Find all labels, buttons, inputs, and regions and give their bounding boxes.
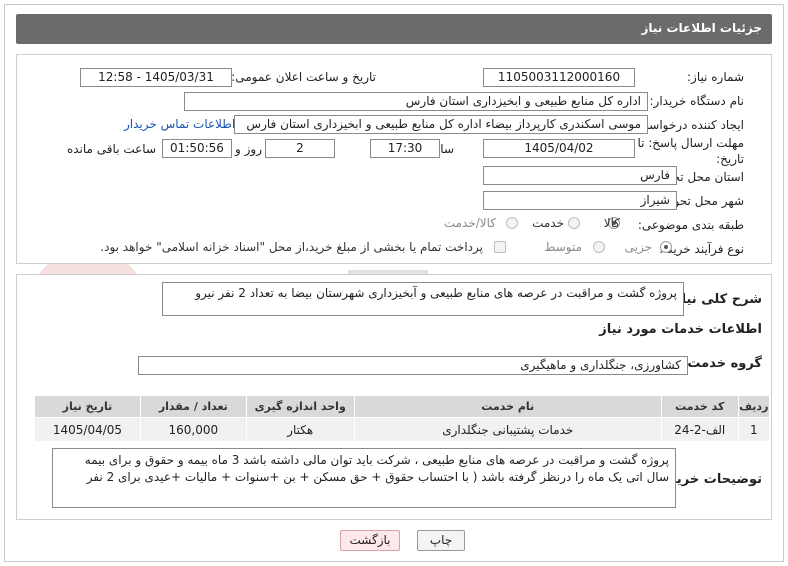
col-index: ردیف (737, 395, 771, 418)
days-label: روز و (235, 142, 262, 156)
buyer-contact-link[interactable]: اطلاعات تماس خریدار (124, 117, 235, 131)
announce-date-field: 1405/03/31 - 12:58 (80, 68, 232, 87)
buyer-org-label: نام دستگاه خریدار: (649, 94, 745, 108)
row-qty: 160,000 (139, 417, 247, 442)
services-table-header: ردیف کد خدمت نام خدمت واحد اندازه گیری ت… (34, 395, 771, 418)
process-option-minor: جزیی (624, 240, 652, 254)
services-section-title: اطلاعات خدمات مورد نیاز (599, 322, 762, 337)
col-name: نام خدمت (353, 395, 662, 418)
row-index: 1 (737, 417, 771, 442)
process-type-label: نوع فرآیند خرید : (659, 242, 744, 256)
treasury-payment-checkbox[interactable] (494, 241, 506, 253)
category-option-service: خدمت (532, 216, 564, 230)
row-name: خدمات پشتیبانی جنگلداری (353, 417, 662, 442)
col-unit: واحد اندازه گیری (245, 395, 355, 418)
days-field: 2 (265, 139, 335, 158)
service-group-label: گروه خدمت: (682, 356, 762, 371)
buyer-notes-text: پروژه گشت و مراقبت در عرصه های منابع طبی… (52, 448, 676, 508)
page-title: جزئیات اطلاعات نیاز (641, 21, 762, 35)
deadline-time-field: 17:30 (370, 139, 440, 158)
category-label: طبقه بندی موضوعی: (637, 218, 744, 232)
summary-text: پروژه گشت و مراقبت در عرصه های منابع طبی… (162, 282, 684, 316)
process-option-medium: متوسط (544, 240, 582, 254)
category-radio-goods-service[interactable] (506, 217, 518, 229)
remaining-time-label: ساعت باقی مانده (66, 142, 156, 156)
page-header: جزئیات اطلاعات نیاز (16, 14, 772, 44)
city-field: شیراز (483, 191, 677, 210)
process-radio-minor[interactable] (660, 241, 672, 253)
row-unit: هکتار (245, 417, 355, 442)
deadline-label-date: تاریخ: (716, 152, 744, 166)
need-number-field: 1105003112000160 (483, 68, 635, 87)
col-date: تاریخ نیاز (34, 395, 141, 418)
treasury-payment-note: پرداخت تمام یا بخشی از مبلغ خرید،از محل … (100, 240, 483, 254)
row-date: 1405/04/05 (34, 417, 141, 442)
buyer-org-field: اداره کل منابع طبیعی و ابخیزداری استان ف… (184, 92, 648, 111)
category-radio-service[interactable] (568, 217, 580, 229)
category-option-goods: کالا (603, 216, 620, 230)
category-option-goods-service: کالا/خدمت (443, 216, 496, 230)
services-table: ردیف کد خدمت نام خدمت واحد اندازه گیری ت… (34, 395, 771, 442)
requester-label: ایجاد کننده درخواست: (633, 118, 744, 132)
province-field: فارس (483, 166, 677, 185)
row-code: الف-2-24 (660, 417, 739, 442)
need-number-label: شماره نیاز: (687, 70, 744, 84)
deadline-label: مهلت ارسال پاسخ: تا (637, 136, 744, 150)
table-row: 1 الف-2-24 خدمات پشتیبانی جنگلداری هکتار… (34, 417, 771, 442)
announce-date-label: تاریخ و ساعت اعلان عمومی: (231, 70, 376, 84)
service-group-field: کشاورزی، جنگلداری و ماهیگیری (138, 356, 688, 375)
requester-field: موسی اسکندری کارپرداز بیضاء اداره کل منا… (234, 115, 648, 134)
deadline-date-field: 1405/04/02 (483, 139, 635, 158)
print-button[interactable]: چاپ (417, 530, 465, 551)
remaining-time-field: 01:50:56 (162, 139, 232, 158)
col-qty: تعداد / مقدار (139, 395, 247, 418)
process-radio-medium[interactable] (593, 241, 605, 253)
col-code: کد خدمت (660, 395, 739, 418)
back-button[interactable]: بازگشت (340, 530, 400, 551)
